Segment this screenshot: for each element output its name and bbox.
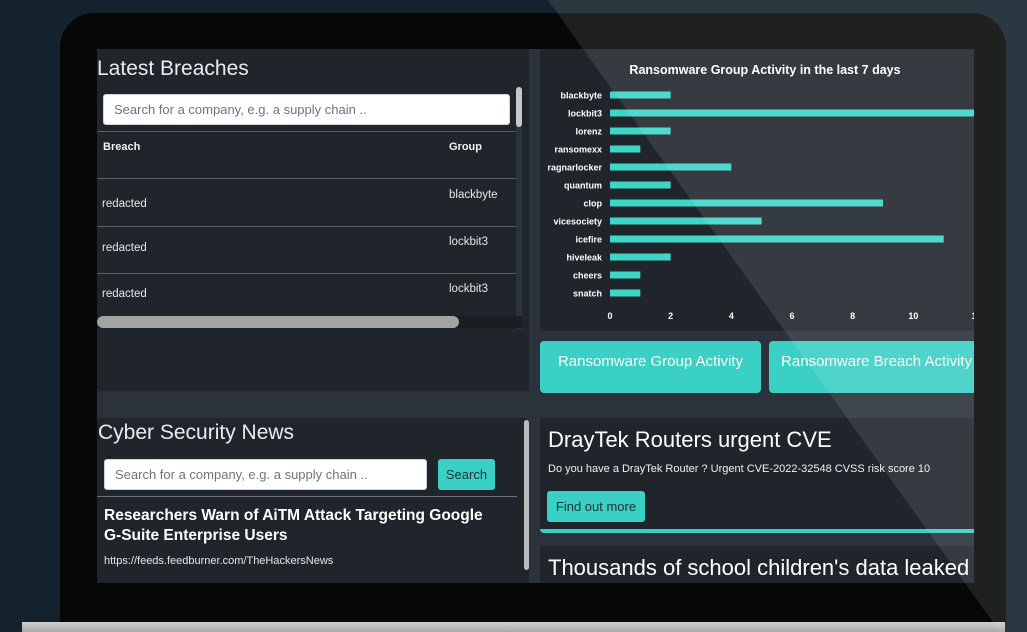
category-label: ragnarlocker [547, 163, 602, 173]
alert-card: DrayTek Routers urgent CVE Do you have a… [540, 418, 974, 533]
bar-icefire [610, 235, 944, 243]
tab-ransomware-breach-activity[interactable]: Ransomware Breach Activity [769, 341, 974, 393]
bar-lockbit3 [610, 109, 974, 117]
alert-title: Thousands of school children's data leak… [548, 555, 970, 580]
bar-cheers [610, 271, 641, 279]
x-tick-label: 8 [850, 311, 855, 321]
bar-clop [610, 199, 883, 207]
alert-text: Do you have a DrayTek Router ? Urgent CV… [548, 463, 931, 475]
find-out-more-button[interactable]: Find out more [547, 491, 645, 522]
category-label: ransomexx [554, 145, 602, 155]
x-tick-label: 4 [729, 311, 734, 321]
news-headline[interactable]: Researchers Warn of AiTM Attack Targetin… [104, 506, 499, 546]
news-scrollbar[interactable] [524, 420, 529, 570]
category-label: lockbit3 [568, 109, 602, 119]
x-tick-label: 1 [971, 311, 974, 321]
vertical-scrollbar-thumb[interactable] [516, 87, 522, 127]
bar-lorenz [610, 127, 671, 135]
column-header-breach: Breach [103, 141, 141, 153]
breach-cell: redacted [102, 242, 147, 254]
news-source[interactable]: https://feeds.feedburner.com/TheHackersN… [104, 555, 499, 567]
breach-cell: redacted [102, 198, 147, 210]
ransomware-activity-chart: Ransomware Group Activity in the last 7 … [547, 63, 974, 321]
chart-title: Ransomware Group Activity in the last 7 … [629, 63, 900, 77]
x-tick-label: 2 [668, 311, 673, 321]
x-tick-label: 0 [607, 311, 612, 321]
chart-panel: Ransomware Group Activity in the last 7 … [540, 49, 974, 331]
news-panel: Cyber Security News Search for a company… [97, 418, 529, 583]
bar-ragnarlocker [610, 163, 732, 171]
breaches-panel: Latest Breaches Search for a company, e.… [97, 49, 529, 391]
group-cell: lockbit3 [449, 236, 488, 248]
breaches-title: Latest Breaches [97, 57, 249, 80]
bar-blackbyte [610, 91, 671, 99]
category-label: lorenz [575, 127, 602, 137]
alert-title: DrayTek Routers urgent CVE [548, 427, 832, 452]
horizontal-scrollbar-thumb[interactable] [97, 316, 459, 328]
column-header-group: Group [449, 141, 482, 153]
category-label: quantum [564, 181, 602, 191]
x-tick-label: 6 [789, 311, 794, 321]
divider [97, 273, 516, 274]
dashboard-screen: Latest Breaches Search for a company, e.… [97, 49, 974, 583]
news-title: Cyber Security News [98, 421, 295, 444]
divider [97, 131, 516, 132]
news-item[interactable]: Researchers Warn of AiTM Attack Targetin… [104, 506, 499, 567]
news-search-input[interactable]: Search for a company, e.g. a supply chai… [104, 459, 427, 490]
divider [97, 496, 517, 497]
news-search-button[interactable]: Search [438, 459, 495, 490]
x-tick-label: 10 [908, 311, 918, 321]
divider [97, 178, 516, 179]
group-cell: blackbyte [449, 189, 498, 201]
bar-vicesociety [610, 217, 762, 225]
vertical-scrollbar[interactable] [516, 87, 522, 329]
bar-ransomexx [610, 145, 641, 153]
category-label: cheers [573, 271, 602, 281]
bar-snatch [610, 289, 641, 297]
category-label: hiveleak [566, 253, 603, 263]
category-label: vicesociety [553, 217, 602, 227]
category-label: blackbyte [560, 91, 602, 101]
laptop-base [22, 622, 1005, 632]
breach-cell: redacted [102, 288, 147, 300]
tab-ransomware-group-activity[interactable]: Ransomware Group Activity [540, 341, 761, 393]
bar-hiveleak [610, 253, 671, 261]
divider [97, 226, 516, 227]
category-label: icefire [575, 235, 602, 245]
group-cell: lockbit3 [449, 283, 488, 295]
horizontal-scrollbar[interactable] [97, 316, 522, 328]
category-label: clop [583, 199, 602, 209]
breach-search-input[interactable]: Search for a company, e.g. a supply chai… [103, 94, 510, 125]
bar-quantum [610, 181, 671, 189]
alert-card: Thousands of school children's data leak… [540, 546, 974, 583]
category-label: snatch [573, 289, 602, 299]
